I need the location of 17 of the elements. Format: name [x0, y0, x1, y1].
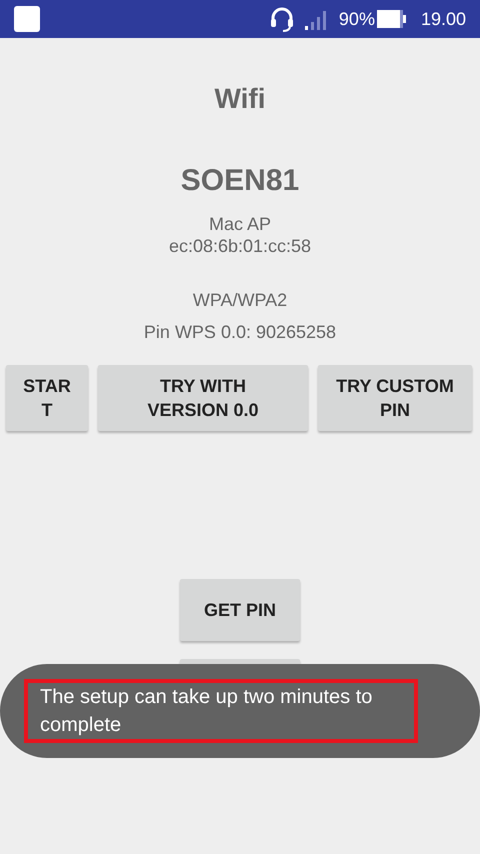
headset-icon [268, 6, 295, 32]
signal-icon [304, 8, 329, 30]
action-button[interactable]: TRY CUSTOM PIN [318, 365, 472, 431]
battery-icon [376, 9, 407, 29]
mac-label: Mac AP [208, 213, 272, 235]
clock: 19.00 [420, 8, 466, 30]
get-pin-button[interactable]: GET PIN [180, 579, 300, 641]
battery-percent: 90% [338, 8, 375, 30]
action-button[interactable]: TRY WITH VERSION 0.0 [98, 365, 308, 431]
page-title: Wifi [214, 82, 266, 116]
toast-message: The setup can take up two minutes to complete [40, 685, 374, 738]
network-name: SOEN81 [180, 163, 300, 199]
action-button[interactable]: STAR T [6, 365, 88, 431]
wps-pin: Pin WPS 0.0: 90265258 [144, 321, 336, 343]
security-type: WPA/WPA2 [192, 289, 288, 311]
app-notification-icon [14, 6, 40, 32]
mac-address: ec:08:6b:01:cc:58 [168, 235, 312, 257]
